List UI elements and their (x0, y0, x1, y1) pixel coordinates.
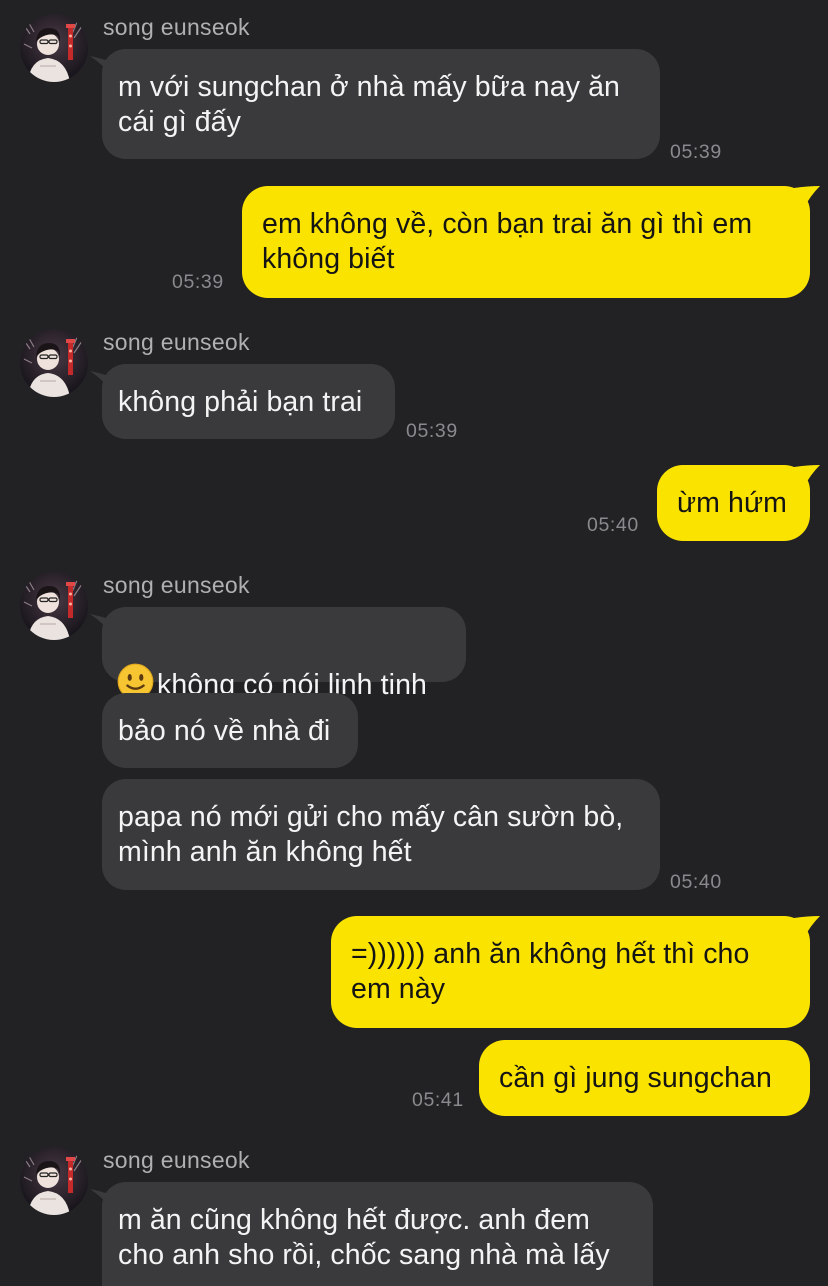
bubble-tail (794, 186, 820, 208)
incoming-message[interactable]: m ăn cũng không hết được. anh đem cho an… (102, 1182, 653, 1286)
sender-name: song eunseok (103, 14, 250, 40)
outgoing-message[interactable]: =)))))) anh ăn không hết thì cho em này (331, 916, 810, 1028)
incoming-message[interactable]: không có nói linh tinh (102, 607, 466, 701)
outgoing-message[interactable]: ừm hứm (657, 465, 810, 541)
bubble-tail (794, 916, 820, 938)
message-time: 05:39 (670, 141, 722, 163)
message-time: 05:39 (172, 271, 224, 293)
bubble-tail (794, 465, 820, 487)
incoming-message[interactable]: m với sungchan ở nhà mấy bữa nay ăn cái … (102, 49, 660, 159)
message-time: 05:39 (406, 420, 458, 442)
sender-name: song eunseok (103, 329, 250, 355)
outgoing-message[interactable]: cần gì jung sungchan (479, 1040, 810, 1116)
message-time: 05:40 (670, 871, 722, 893)
contact-avatar[interactable] (20, 1147, 88, 1215)
contact-avatar[interactable] (20, 329, 88, 397)
incoming-message[interactable]: papa nó mới gửi cho mấy cân sườn bò, mìn… (102, 779, 660, 890)
message-time: 05:41 (412, 1089, 464, 1111)
contact-avatar[interactable] (20, 572, 88, 640)
incoming-message[interactable]: không phải bạn trai (102, 364, 395, 439)
contact-avatar[interactable] (20, 14, 88, 82)
incoming-message[interactable]: bảo nó về nhà đi (102, 693, 358, 768)
message-time: 05:40 (587, 514, 639, 536)
chat-thread: song eunseok m với sungchan ở nhà mấy bữ… (0, 0, 828, 1286)
outgoing-message[interactable]: em không về, còn bạn trai ăn gì thì em k… (242, 186, 810, 298)
sender-name: song eunseok (103, 1147, 250, 1173)
sender-name: song eunseok (103, 572, 250, 598)
